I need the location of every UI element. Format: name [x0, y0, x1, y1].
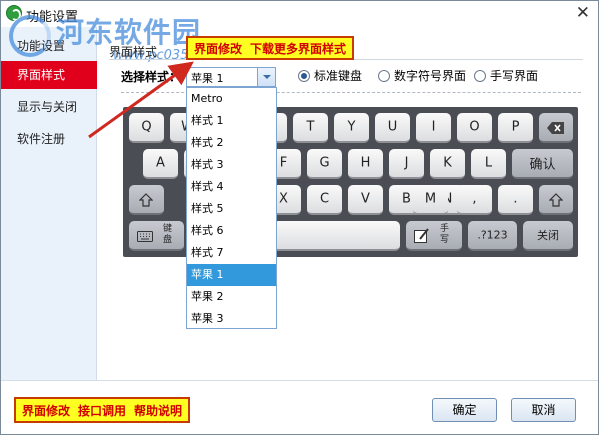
callout-bottom-part2: 接口调用 [78, 404, 127, 418]
key-m[interactable]: M [413, 185, 448, 215]
key-label: V [361, 191, 370, 207]
dropdown-option[interactable]: 样式 7 [187, 242, 276, 264]
key-shift-right[interactable] [539, 185, 573, 215]
dropdown-option[interactable]: 苹果 3 [187, 308, 276, 330]
key-backspace[interactable] [539, 113, 573, 143]
key-label: H [360, 155, 371, 171]
keyboard-icon [137, 231, 153, 242]
pen-icon [414, 228, 429, 243]
radio-standard-label: 标准键盘 [314, 69, 363, 83]
radio-handwriting[interactable]: 手写界面 [474, 68, 542, 84]
radio-number-symbol[interactable]: 数字符号界面 [378, 68, 470, 84]
key-close[interactable]: 关闭 [523, 221, 573, 251]
callout-top-part1: 界面修改 [194, 42, 243, 56]
key-label: T [306, 119, 315, 135]
kb-label-top: 键 [163, 224, 173, 234]
key-number-mode[interactable]: .?123 [468, 221, 517, 251]
key-comma[interactable]: , [457, 185, 492, 215]
hand-key-label: 手 写 [440, 224, 449, 246]
key-t[interactable]: T [293, 113, 328, 143]
dropdown-option[interactable]: 样式 6 [187, 220, 276, 242]
chevron-down-icon[interactable] [257, 68, 275, 86]
key-o[interactable]: O [457, 113, 492, 143]
key-handwriting[interactable]: 手 写 [406, 221, 462, 251]
callout-bottom-part1: 界面修改 [22, 404, 71, 418]
dropdown-option[interactable]: 样式 5 [187, 198, 276, 220]
key-label: 确认 [529, 157, 556, 173]
callout-top-part2: 下载更多界面样式 [250, 42, 347, 56]
radio-hand-label: 手写界面 [490, 69, 539, 83]
key-label: K [443, 155, 452, 171]
key-label: O [469, 119, 480, 135]
key-u[interactable]: U [375, 113, 410, 143]
radio-dot-icon [298, 70, 310, 82]
dropdown-option[interactable]: 样式 4 [187, 176, 276, 198]
key-label: C [319, 191, 330, 207]
key-v[interactable]: V [348, 185, 383, 215]
callout-help-links[interactable]: 界面修改 接口调用 帮助说明 [14, 397, 191, 423]
key-label: 关闭 [537, 229, 559, 242]
key-l[interactable]: L [471, 149, 506, 179]
key-label: .?123 [477, 228, 508, 242]
settings-window: 功能设置 ✕ 功能设置 界面样式 显示与关闭 软件注册 河东软件园 www.pc… [0, 0, 599, 435]
close-window-button[interactable]: ✕ [576, 3, 590, 23]
key-label: Y [347, 119, 356, 135]
key-period[interactable]: . [498, 185, 533, 215]
key-label: L [484, 155, 493, 171]
key-label: P [511, 119, 520, 135]
callout-bottom-part3: 帮助说明 [134, 404, 183, 418]
footer-divider [1, 380, 598, 381]
key-a[interactable]: A [143, 149, 178, 179]
key-p[interactable]: P [498, 113, 533, 143]
key-keyboard-switch[interactable]: 键 盘 [129, 221, 184, 251]
shift-arrow-icon [549, 193, 563, 207]
dropdown-option[interactable]: 样式 3 [187, 154, 276, 176]
red-arrow-icon [88, 61, 194, 139]
watermark-logo-icon [9, 15, 51, 57]
key-label: M [424, 191, 437, 207]
key-enter[interactable]: 确认 [512, 149, 573, 179]
key-label: G [319, 155, 330, 171]
key-h[interactable]: H [348, 149, 383, 179]
shift-arrow-icon [139, 193, 153, 207]
radio-dot-icon [378, 70, 390, 82]
backspace-icon [547, 122, 564, 134]
key-label: , [472, 191, 477, 207]
radio-numsym-label: 数字符号界面 [394, 69, 467, 83]
key-shift[interactable] [129, 185, 164, 215]
key-y[interactable]: Y [334, 113, 369, 143]
keyboard-key-label: 键 盘 [163, 224, 172, 246]
key-g[interactable]: G [307, 149, 342, 179]
dropdown-option[interactable]: 苹果 2 [187, 286, 276, 308]
dropdown-option-selected[interactable]: 苹果 1 [187, 264, 276, 286]
hand-label-bottom: 写 [440, 235, 450, 245]
key-j[interactable]: J [389, 149, 424, 179]
key-label: . [513, 191, 518, 207]
ok-button[interactable]: 确定 [432, 398, 497, 422]
key-space[interactable] [273, 221, 400, 251]
key-label: U [387, 119, 398, 135]
key-label: A [156, 155, 165, 171]
hand-label-top: 手 [440, 224, 450, 234]
key-i[interactable]: I [416, 113, 451, 143]
radio-standard-keyboard[interactable]: 标准键盘 [298, 68, 368, 84]
radio-dot-icon [474, 70, 486, 82]
key-c[interactable]: C [307, 185, 342, 215]
key-k[interactable]: K [430, 149, 465, 179]
key-label: I [431, 119, 436, 135]
kb-label-bottom: 盘 [163, 235, 173, 245]
key-label: J [404, 155, 409, 171]
callout-download-styles[interactable]: 界面修改 下载更多界面样式 [186, 36, 355, 60]
cancel-button[interactable]: 取消 [511, 398, 576, 422]
